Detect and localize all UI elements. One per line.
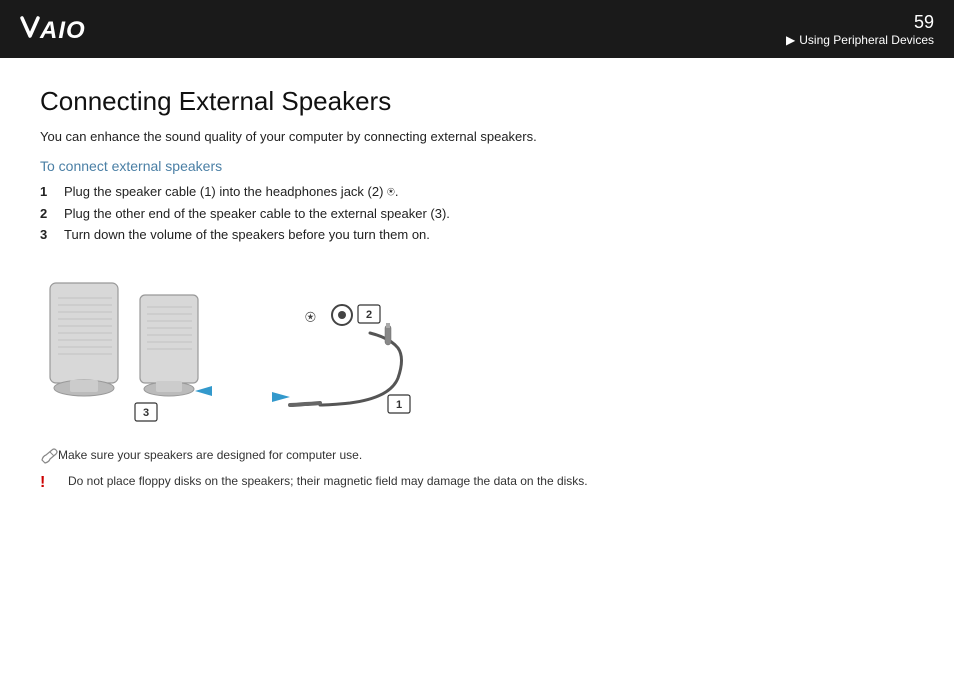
logo-area: AIO bbox=[20, 14, 110, 44]
page-title: Connecting External Speakers bbox=[40, 86, 914, 117]
warning-icon: ! bbox=[40, 474, 60, 492]
svg-text:AIO: AIO bbox=[39, 17, 86, 44]
vaio-logo: AIO bbox=[20, 14, 110, 44]
svg-text:1: 1 bbox=[396, 399, 402, 411]
notes-section: Make sure your speakers are designed for… bbox=[40, 448, 914, 492]
svg-text:2: 2 bbox=[366, 309, 372, 321]
sub-section-title: To connect external speakers bbox=[40, 158, 914, 174]
arrow-icon: ▶ bbox=[786, 33, 795, 47]
note-text: Make sure your speakers are designed for… bbox=[58, 448, 362, 462]
step-text-3: Turn down the volume of the speakers bef… bbox=[64, 227, 430, 242]
warning-text: Do not place floppy disks on the speaker… bbox=[68, 474, 588, 488]
note-item: Make sure your speakers are designed for… bbox=[40, 448, 914, 464]
diagram-illustration: 3 ⍟ 2 1 bbox=[40, 258, 914, 428]
cable-jack-svg: ⍟ 2 1 bbox=[250, 273, 550, 428]
step-number-2: 2 bbox=[40, 206, 64, 221]
step-item-1: 1 Plug the speaker cable (1) into the he… bbox=[40, 184, 914, 200]
steps-list: 1 Plug the speaker cable (1) into the he… bbox=[40, 184, 914, 242]
step-text-2: Plug the other end of the speaker cable … bbox=[64, 206, 450, 221]
step-item-3: 3 Turn down the volume of the speakers b… bbox=[40, 227, 914, 242]
step-item-2: 2 Plug the other end of the speaker cabl… bbox=[40, 206, 914, 221]
svg-text:3: 3 bbox=[143, 407, 149, 419]
warning-item: ! Do not place floppy disks on the speak… bbox=[40, 474, 914, 492]
step-number-3: 3 bbox=[40, 227, 64, 242]
speakers-svg: 3 bbox=[40, 273, 270, 428]
intro-paragraph: You can enhance the sound quality of you… bbox=[40, 129, 914, 144]
header-right: 59 ▶Using Peripheral Devices bbox=[786, 12, 934, 47]
note-icon bbox=[40, 448, 58, 464]
main-content: Connecting External Speakers You can enh… bbox=[0, 58, 954, 522]
step-text-1: Plug the speaker cable (1) into the head… bbox=[64, 184, 398, 200]
page-number: 59 bbox=[914, 12, 934, 33]
section-title: ▶Using Peripheral Devices bbox=[786, 33, 934, 47]
step-number-1: 1 bbox=[40, 184, 64, 199]
svg-text:⍟: ⍟ bbox=[305, 307, 316, 327]
page-header: AIO 59 ▶Using Peripheral Devices bbox=[0, 0, 954, 58]
